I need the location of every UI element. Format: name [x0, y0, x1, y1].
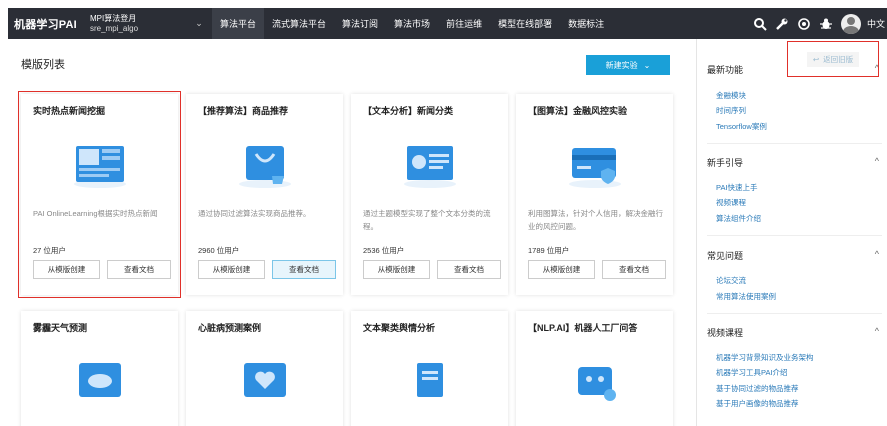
back-old-inner: ↩ 返回旧版 [806, 51, 860, 67]
template-card[interactable]: 雾霾天气预测 [21, 311, 178, 426]
create-from-template-button[interactable]: 从模版创建 [528, 260, 595, 279]
card-title: 实时热点新闻挖掘 [33, 106, 106, 116]
nav-item-subscription[interactable]: 算法订阅 [334, 8, 386, 39]
top-icons: 中文 [749, 8, 887, 39]
bug-icon[interactable] [815, 13, 837, 35]
heart-icon [236, 357, 294, 409]
card-title: 【图算法】金融风控实验 [528, 106, 628, 116]
divider [707, 235, 882, 236]
create-from-template-button[interactable]: 从模版创建 [33, 260, 100, 279]
back-to-old-version-button[interactable]: ↩ 返回旧版 [787, 41, 879, 77]
card-title: 【文本分析】新闻分类 [363, 106, 454, 116]
account-switcher[interactable]: MPI算法登月 sre_mpi_algo [86, 14, 186, 34]
avatar[interactable] [841, 13, 861, 34]
target-icon[interactable] [793, 13, 815, 35]
template-card[interactable]: 【图算法】金融风控实验 利用图算法，针对个人信用，解决金融行业的风控问题。 17… [516, 94, 673, 295]
create-from-template-button[interactable]: 从模版创建 [198, 260, 265, 279]
link-course-1[interactable]: 机器学习背景知识及业务架构 [716, 352, 814, 363]
divider [707, 143, 882, 144]
link-course-3[interactable]: 基于协同过滤的物品推荐 [716, 383, 799, 394]
main-nav: 算法平台 流式算法平台 算法订阅 算法市场 前往运维 模型在线部署 数据标注 [212, 8, 612, 39]
language-switch[interactable]: 中文 [867, 17, 887, 30]
chevron-down-icon: ⌄ [643, 60, 651, 70]
chevron-up-icon[interactable]: ^ [875, 156, 879, 166]
divider [707, 313, 882, 314]
document-classify-icon [401, 140, 459, 192]
template-card[interactable]: 【文本分析】新闻分类 通过主题模型实现了整个文本分类的流程。 2536 位用户 … [351, 94, 508, 295]
shopping-bag-icon [236, 140, 294, 192]
link-quickstart[interactable]: PAI快速上手 [716, 182, 758, 193]
create-from-template-button[interactable]: 从模版创建 [363, 260, 430, 279]
template-card[interactable]: 文本聚类舆情分析 [351, 311, 508, 426]
card-title: 雾霾天气预测 [33, 323, 88, 333]
search-icon[interactable] [749, 13, 771, 35]
page-title: 模版列表 [21, 59, 65, 71]
view-docs-button[interactable]: 查看文档 [437, 260, 501, 279]
chevron-up-icon[interactable]: ^ [875, 326, 879, 336]
nav-item-stream-platform[interactable]: 流式算法平台 [264, 8, 334, 39]
card-description: 通过主题模型实现了整个文本分类的流程。 [363, 209, 491, 231]
section-title-new-features[interactable]: 最新功能 [707, 63, 743, 76]
nav-item-ops[interactable]: 前往运维 [438, 8, 490, 39]
view-docs-button[interactable]: 查看文档 [602, 260, 666, 279]
template-card[interactable]: 实时热点新闻挖掘 PAI OnlineLearning根据实时热点新闻 27 位… [18, 91, 181, 298]
template-card[interactable]: 【NLP.AI】机器人工厂问答 [516, 311, 673, 426]
nav-item-algorithm-platform[interactable]: 算法平台 [212, 8, 265, 39]
return-arrow-icon: ↩ [812, 54, 820, 64]
right-panel: 最新功能 ^ 金融模块 时间序列 Tensorflow案例 新手引导 ^ PAI… [696, 39, 887, 426]
link-tensorflow[interactable]: Tensorflow案例 [716, 121, 767, 132]
nav-item-deploy[interactable]: 模型在线部署 [490, 8, 560, 39]
chevron-up-icon[interactable]: ^ [875, 249, 879, 259]
link-course-4[interactable]: 基于用户画像的物品推荐 [716, 398, 799, 409]
view-docs-button[interactable]: 查看文档 [107, 260, 171, 279]
card-user-count: 2536 位用户 [363, 246, 405, 255]
card-description: PAI OnlineLearning根据实时热点新闻 [33, 209, 158, 218]
link-course-2[interactable]: 机器学习工具PAI介绍 [716, 367, 788, 378]
section-title-guide[interactable]: 新手引导 [707, 156, 743, 169]
robot-icon [566, 357, 624, 409]
card-title: 心脏病预测案例 [198, 323, 262, 333]
template-card[interactable]: 心脏病预测案例 [186, 311, 343, 426]
nav-item-labeling[interactable]: 数据标注 [560, 8, 612, 39]
link-timeseries[interactable]: 时间序列 [716, 105, 746, 116]
link-video[interactable]: 视频课程 [716, 197, 746, 208]
card-title: 文本聚类舆情分析 [363, 323, 436, 333]
news-illustration-icon [71, 140, 129, 192]
document-icon [401, 357, 459, 409]
top-bar: 机器学习PAI MPI算法登月 sre_mpi_algo ⌄ 算法平台 流式算法… [8, 8, 887, 39]
link-cases[interactable]: 常用算法使用案例 [716, 291, 776, 302]
credit-card-shield-icon [566, 140, 624, 192]
section-title-faq[interactable]: 常见问题 [707, 249, 743, 262]
link-components[interactable]: 算法组件介绍 [716, 213, 761, 224]
card-description: 通过协同过滤算法实现商品推荐。 [198, 209, 311, 218]
new-experiment-label: 新建实验 [605, 60, 638, 70]
card-user-count: 2960 位用户 [198, 246, 240, 255]
section-title-video-courses[interactable]: 视频课程 [707, 326, 743, 339]
template-card[interactable]: 【推荐算法】商品推荐 通过协同过滤算法实现商品推荐。 2960 位用户 从模版创… [186, 94, 343, 295]
link-forum[interactable]: 论坛交流 [716, 275, 746, 286]
account-name: MPI算法登月 [90, 13, 137, 23]
card-user-count: 1789 位用户 [528, 246, 570, 255]
card-description: 利用图算法，针对个人信用，解决金融行业的风控问题。 [528, 209, 663, 231]
link-finance[interactable]: 金融模块 [716, 90, 746, 101]
new-experiment-button[interactable]: 新建实验 ⌄ [586, 55, 670, 75]
wrench-icon[interactable] [771, 13, 793, 35]
card-title: 【推荐算法】商品推荐 [198, 106, 289, 116]
account-id: sre_mpi_algo [90, 23, 139, 33]
card-user-count: 27 位用户 [33, 246, 66, 255]
card-title: 【NLP.AI】机器人工厂问答 [528, 323, 638, 333]
back-old-label: 返回旧版 [823, 54, 854, 64]
cloud-icon [71, 357, 129, 409]
brand-logo[interactable]: 机器学习PAI [8, 16, 86, 32]
view-docs-button[interactable]: 查看文档 [272, 260, 336, 279]
chevron-down-icon[interactable]: ⌄ [186, 18, 212, 29]
nav-item-market[interactable]: 算法市场 [386, 8, 438, 39]
